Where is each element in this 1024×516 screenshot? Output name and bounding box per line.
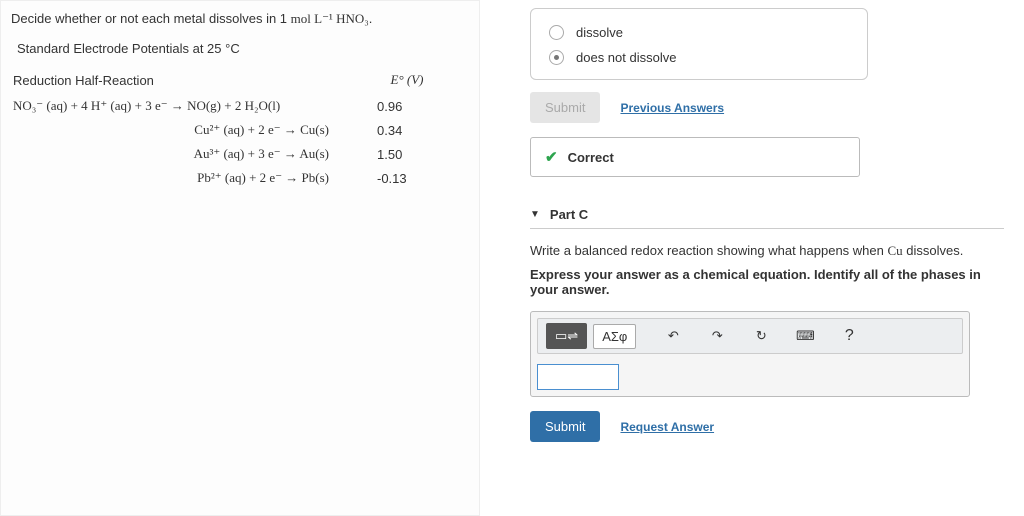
options-box: dissolve does not dissolve (530, 8, 868, 80)
submit-row: Submit Previous Answers (530, 92, 1004, 123)
prompt-suffix: . (369, 11, 373, 26)
part-c-instructions: Express your answer as a chemical equati… (530, 267, 1004, 297)
reference-panel: Decide whether or not each metal dissolv… (0, 0, 480, 516)
prompt-text: Decide whether or not each metal dissolv… (11, 11, 291, 26)
submit-row-2: Submit Request Answer (530, 411, 1004, 442)
potentials-table: Reduction Half-Reaction E° (V) NO₃⁻ (aq)… (5, 66, 455, 190)
collapse-icon[interactable]: ▼ (530, 209, 540, 220)
feedback-correct: ✔ Correct (530, 137, 860, 177)
undo-button[interactable]: ↶ (654, 324, 692, 348)
value-cell: 0.34 (359, 118, 455, 142)
templates-button[interactable]: ▭⇌ (546, 323, 587, 349)
greek-button[interactable]: ΑΣφ (593, 324, 636, 349)
feedback-text: Correct (568, 150, 614, 165)
part-c-header[interactable]: ▼ Part C (530, 201, 1004, 229)
part-title: Part C (550, 207, 588, 222)
request-answer-link[interactable]: Request Answer (620, 420, 714, 434)
reaction-cell: Pb²⁺ (aq) + 2 e⁻ → Pb(s) (5, 166, 359, 190)
submit-button-disabled: Submit (530, 92, 600, 123)
equation-editor: ▭⇌ ΑΣφ ↶ ↷ ↻ ⌨ ? (530, 311, 970, 397)
submit-button[interactable]: Submit (530, 411, 600, 442)
q-elem: Cu (887, 243, 902, 258)
value-cell: 1.50 (359, 142, 455, 166)
reset-button[interactable]: ↻ (742, 324, 780, 348)
col-reaction: Reduction Half-Reaction (5, 66, 359, 94)
equation-input[interactable] (537, 364, 619, 390)
answer-panel: dissolve does not dissolve Submit Previo… (480, 0, 1024, 516)
table-row: NO₃⁻ (aq) + 4 H⁺ (aq) + 3 e⁻ → NO(g) + 2… (5, 94, 455, 118)
option-dissolve[interactable]: dissolve (549, 25, 849, 40)
part-c-question: Write a balanced redox reaction showing … (530, 243, 1004, 259)
q-text: dissolves. (903, 243, 964, 258)
radio-icon[interactable] (549, 50, 564, 65)
table-title: Standard Electrode Potentials at 25 °C (17, 41, 467, 56)
reaction-cell: Au³⁺ (aq) + 3 e⁻ → Au(s) (5, 142, 359, 166)
editor-toolbar: ▭⇌ ΑΣφ ↶ ↷ ↻ ⌨ ? (537, 318, 963, 354)
previous-answers-link[interactable]: Previous Answers (620, 101, 724, 115)
table-row: Cu²⁺ (aq) + 2 e⁻ → Cu(s) 0.34 (5, 118, 455, 142)
keyboard-button[interactable]: ⌨ (786, 324, 824, 348)
table-row: Pb²⁺ (aq) + 2 e⁻ → Pb(s) -0.13 (5, 166, 455, 190)
question-prompt: Decide whether or not each metal dissolv… (11, 11, 467, 27)
q-text: Write a balanced redox reaction showing … (530, 243, 887, 258)
check-icon: ✔ (545, 148, 558, 166)
option-does-not-dissolve[interactable]: does not dissolve (549, 50, 849, 65)
value-cell: 0.96 (359, 94, 455, 118)
option-label: does not dissolve (576, 50, 676, 65)
table-row: Au³⁺ (aq) + 3 e⁻ → Au(s) 1.50 (5, 142, 455, 166)
radio-icon[interactable] (549, 25, 564, 40)
option-label: dissolve (576, 25, 623, 40)
redo-button[interactable]: ↷ (698, 324, 736, 348)
col-potential: E° (V) (359, 66, 455, 94)
help-button[interactable]: ? (830, 323, 868, 349)
reaction-cell: NO₃⁻ (aq) + 4 H⁺ (aq) + 3 e⁻ → NO(g) + 2… (5, 94, 359, 118)
value-cell: -0.13 (359, 166, 455, 190)
reaction-cell: Cu²⁺ (aq) + 2 e⁻ → Cu(s) (5, 118, 359, 142)
prompt-unit: mol L⁻¹ HNO₃ (291, 11, 369, 26)
